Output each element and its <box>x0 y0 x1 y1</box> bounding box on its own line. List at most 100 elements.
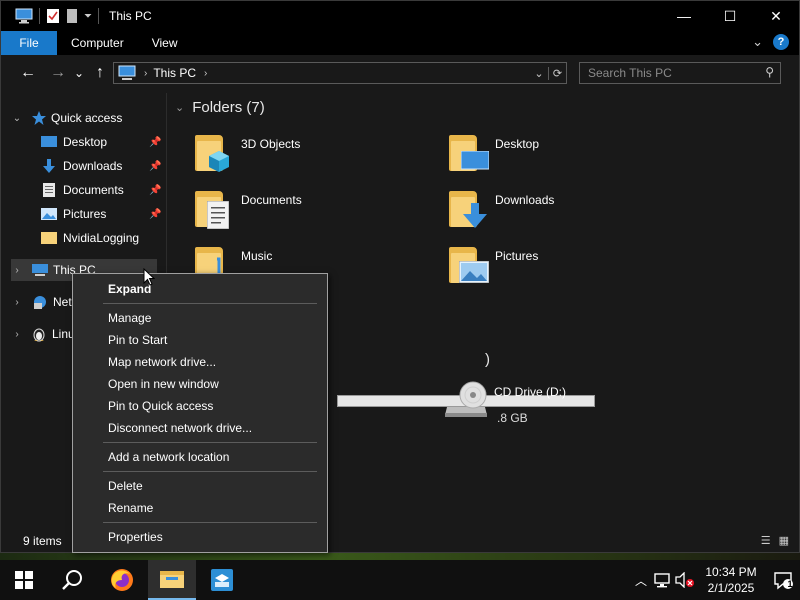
menu-item-disconnect-network-drive[interactable]: Disconnect network drive... <box>74 417 326 439</box>
up-button[interactable]: ↑ <box>87 60 113 86</box>
sidebar-item-downloads[interactable]: Downloads 📌 <box>1 155 167 177</box>
action-center-button[interactable]: 1 <box>766 560 800 600</box>
chevron-down-icon[interactable]: ⌄ <box>11 113 23 124</box>
this-pc-icon <box>118 65 136 80</box>
sidebar-item-quick-access[interactable]: ⌄ Quick access <box>11 107 122 129</box>
menu-item-expand[interactable]: Expand <box>74 278 326 300</box>
sidebar-item-network[interactable]: › Net <box>11 291 72 313</box>
folder-documents[interactable]: Documents <box>195 187 435 235</box>
sidebar-item-pictures[interactable]: Pictures 📌 <box>1 203 167 225</box>
menu-item-map-network-drive[interactable]: Map network drive... <box>74 351 326 373</box>
network-icon[interactable] <box>652 572 674 588</box>
tab-file[interactable]: File <box>1 31 57 55</box>
menu-item-delete[interactable]: Delete <box>74 475 326 497</box>
toolbar-separator <box>39 8 40 24</box>
search-button[interactable] <box>48 560 96 600</box>
search-icon[interactable]: ⚲ <box>765 65 774 79</box>
folder-pictures[interactable]: Pictures <box>449 243 689 291</box>
sidebar-item-label: Pictures <box>63 207 107 221</box>
tab-view[interactable]: View <box>138 31 192 55</box>
chevron-right-icon[interactable]: › <box>11 297 23 308</box>
folder-3d-objects[interactable]: 3D Objects <box>195 131 435 179</box>
new-folder-icon[interactable] <box>66 8 78 24</box>
refresh-icon[interactable]: ⟳ <box>548 66 566 80</box>
start-button[interactable] <box>0 560 48 600</box>
folder-3d-objects-icon <box>195 131 235 175</box>
clock[interactable]: 10:34 PM 2/1/2025 <box>696 564 766 596</box>
sidebar-item-nvidialogging[interactable]: NvidiaLogging <box>1 227 167 249</box>
folder-desktop-icon <box>449 131 489 175</box>
folders-group-title: Folders (7) <box>192 99 265 116</box>
menu-item-open-in-new-window[interactable]: Open in new window <box>74 373 326 395</box>
sidebar-item-linux[interactable]: › Linu <box>11 323 75 345</box>
address-dropdown-icon[interactable]: ⌄ <box>530 67 548 80</box>
download-icon <box>43 159 55 173</box>
volume-muted-icon[interactable] <box>674 572 696 588</box>
search-input[interactable]: Search This PC ⚲ <box>579 62 781 84</box>
linux-penguin-icon <box>33 328 45 342</box>
star-icon <box>32 111 46 125</box>
tab-computer[interactable]: Computer <box>57 31 138 55</box>
help-icon[interactable]: ? <box>773 34 789 50</box>
large-icons-view-icon[interactable]: ▦ <box>779 534 789 547</box>
taskbar-firefox[interactable] <box>98 560 146 600</box>
ribbon-right: ⌄ ? <box>752 34 789 50</box>
pictures-icon <box>41 208 57 220</box>
notification-count: 1 <box>787 579 793 589</box>
drive-cd-d[interactable]: CD Drive (D:) <box>443 379 683 427</box>
folder-label: 3D Objects <box>241 137 301 151</box>
back-button[interactable]: ← <box>15 60 41 86</box>
folder-downloads[interactable]: Downloads <box>449 187 689 235</box>
desktop-icon <box>41 136 57 147</box>
menu-separator <box>103 522 317 523</box>
menu-item-manage[interactable]: Manage <box>74 307 326 329</box>
maximize-button[interactable]: ☐ <box>707 1 753 31</box>
menu-separator <box>103 442 317 443</box>
folder-label: Downloads <box>495 193 555 207</box>
search-placeholder: Search This PC <box>588 66 672 80</box>
chevron-right-icon[interactable]: › <box>11 329 23 340</box>
folder-icon <box>41 232 57 244</box>
network-icon <box>34 296 46 309</box>
breadcrumb-separator[interactable]: › <box>204 68 207 79</box>
taskbar-app[interactable] <box>198 560 246 600</box>
forward-button[interactable]: → <box>45 60 71 86</box>
chevron-up-icon[interactable]: ︿ <box>630 572 652 589</box>
menu-item-pin-to-start[interactable]: Pin to Start <box>74 329 326 351</box>
details-view-icon[interactable]: ☰ <box>761 534 771 547</box>
menu-item-rename[interactable]: Rename <box>74 497 326 519</box>
sidebar-item-label: Downloads <box>63 159 123 173</box>
toolbar-separator <box>98 8 99 24</box>
chevron-right-icon[interactable]: › <box>11 265 23 276</box>
breadcrumb-this-pc[interactable]: This PC <box>153 66 196 80</box>
expand-ribbon-icon[interactable]: ⌄ <box>752 34 763 50</box>
recent-locations-button[interactable]: ⌄ <box>71 60 87 86</box>
address-bar[interactable]: › This PC › ⌄ ⟳ <box>113 62 567 84</box>
menu-item-pin-to-quick-access[interactable]: Pin to Quick access <box>74 395 326 417</box>
folder-desktop[interactable]: Desktop <box>449 131 689 179</box>
file-explorer-icon <box>160 571 184 588</box>
menu-item-properties[interactable]: Properties <box>74 526 326 548</box>
taskbar-file-explorer[interactable] <box>148 560 196 600</box>
context-menu: Expand Manage Pin to Start Map network d… <box>72 273 328 553</box>
sidebar-item-documents[interactable]: Documents 📌 <box>1 179 167 201</box>
folder-label: Music <box>241 249 273 263</box>
firefox-icon <box>111 569 133 591</box>
title-bar[interactable]: ⏷ This PC — ☐ ✕ <box>1 1 799 31</box>
customize-toolbar-icon[interactable]: ⏷ <box>84 11 92 22</box>
folders-group-header[interactable]: ⌄ Folders (7) <box>175 99 265 116</box>
this-pc-icon[interactable] <box>15 8 33 24</box>
chevron-down-icon[interactable]: ⌄ <box>175 101 184 114</box>
menu-item-add-network-location[interactable]: Add a network location <box>74 446 326 468</box>
sidebar-item-label: NvidiaLogging <box>63 231 140 245</box>
sidebar-item-desktop[interactable]: Desktop 📌 <box>1 131 167 153</box>
properties-icon[interactable] <box>46 8 60 24</box>
folder-documents-icon <box>195 187 235 231</box>
minimize-button[interactable]: — <box>661 1 707 31</box>
breadcrumb-separator[interactable]: › <box>144 68 147 79</box>
menu-separator <box>103 303 317 304</box>
folder-downloads-icon <box>449 187 489 231</box>
quick-access-toolbar: ⏷ <box>1 8 99 24</box>
view-switcher: ☰ ▦ <box>761 534 789 547</box>
close-button[interactable]: ✕ <box>753 1 799 31</box>
